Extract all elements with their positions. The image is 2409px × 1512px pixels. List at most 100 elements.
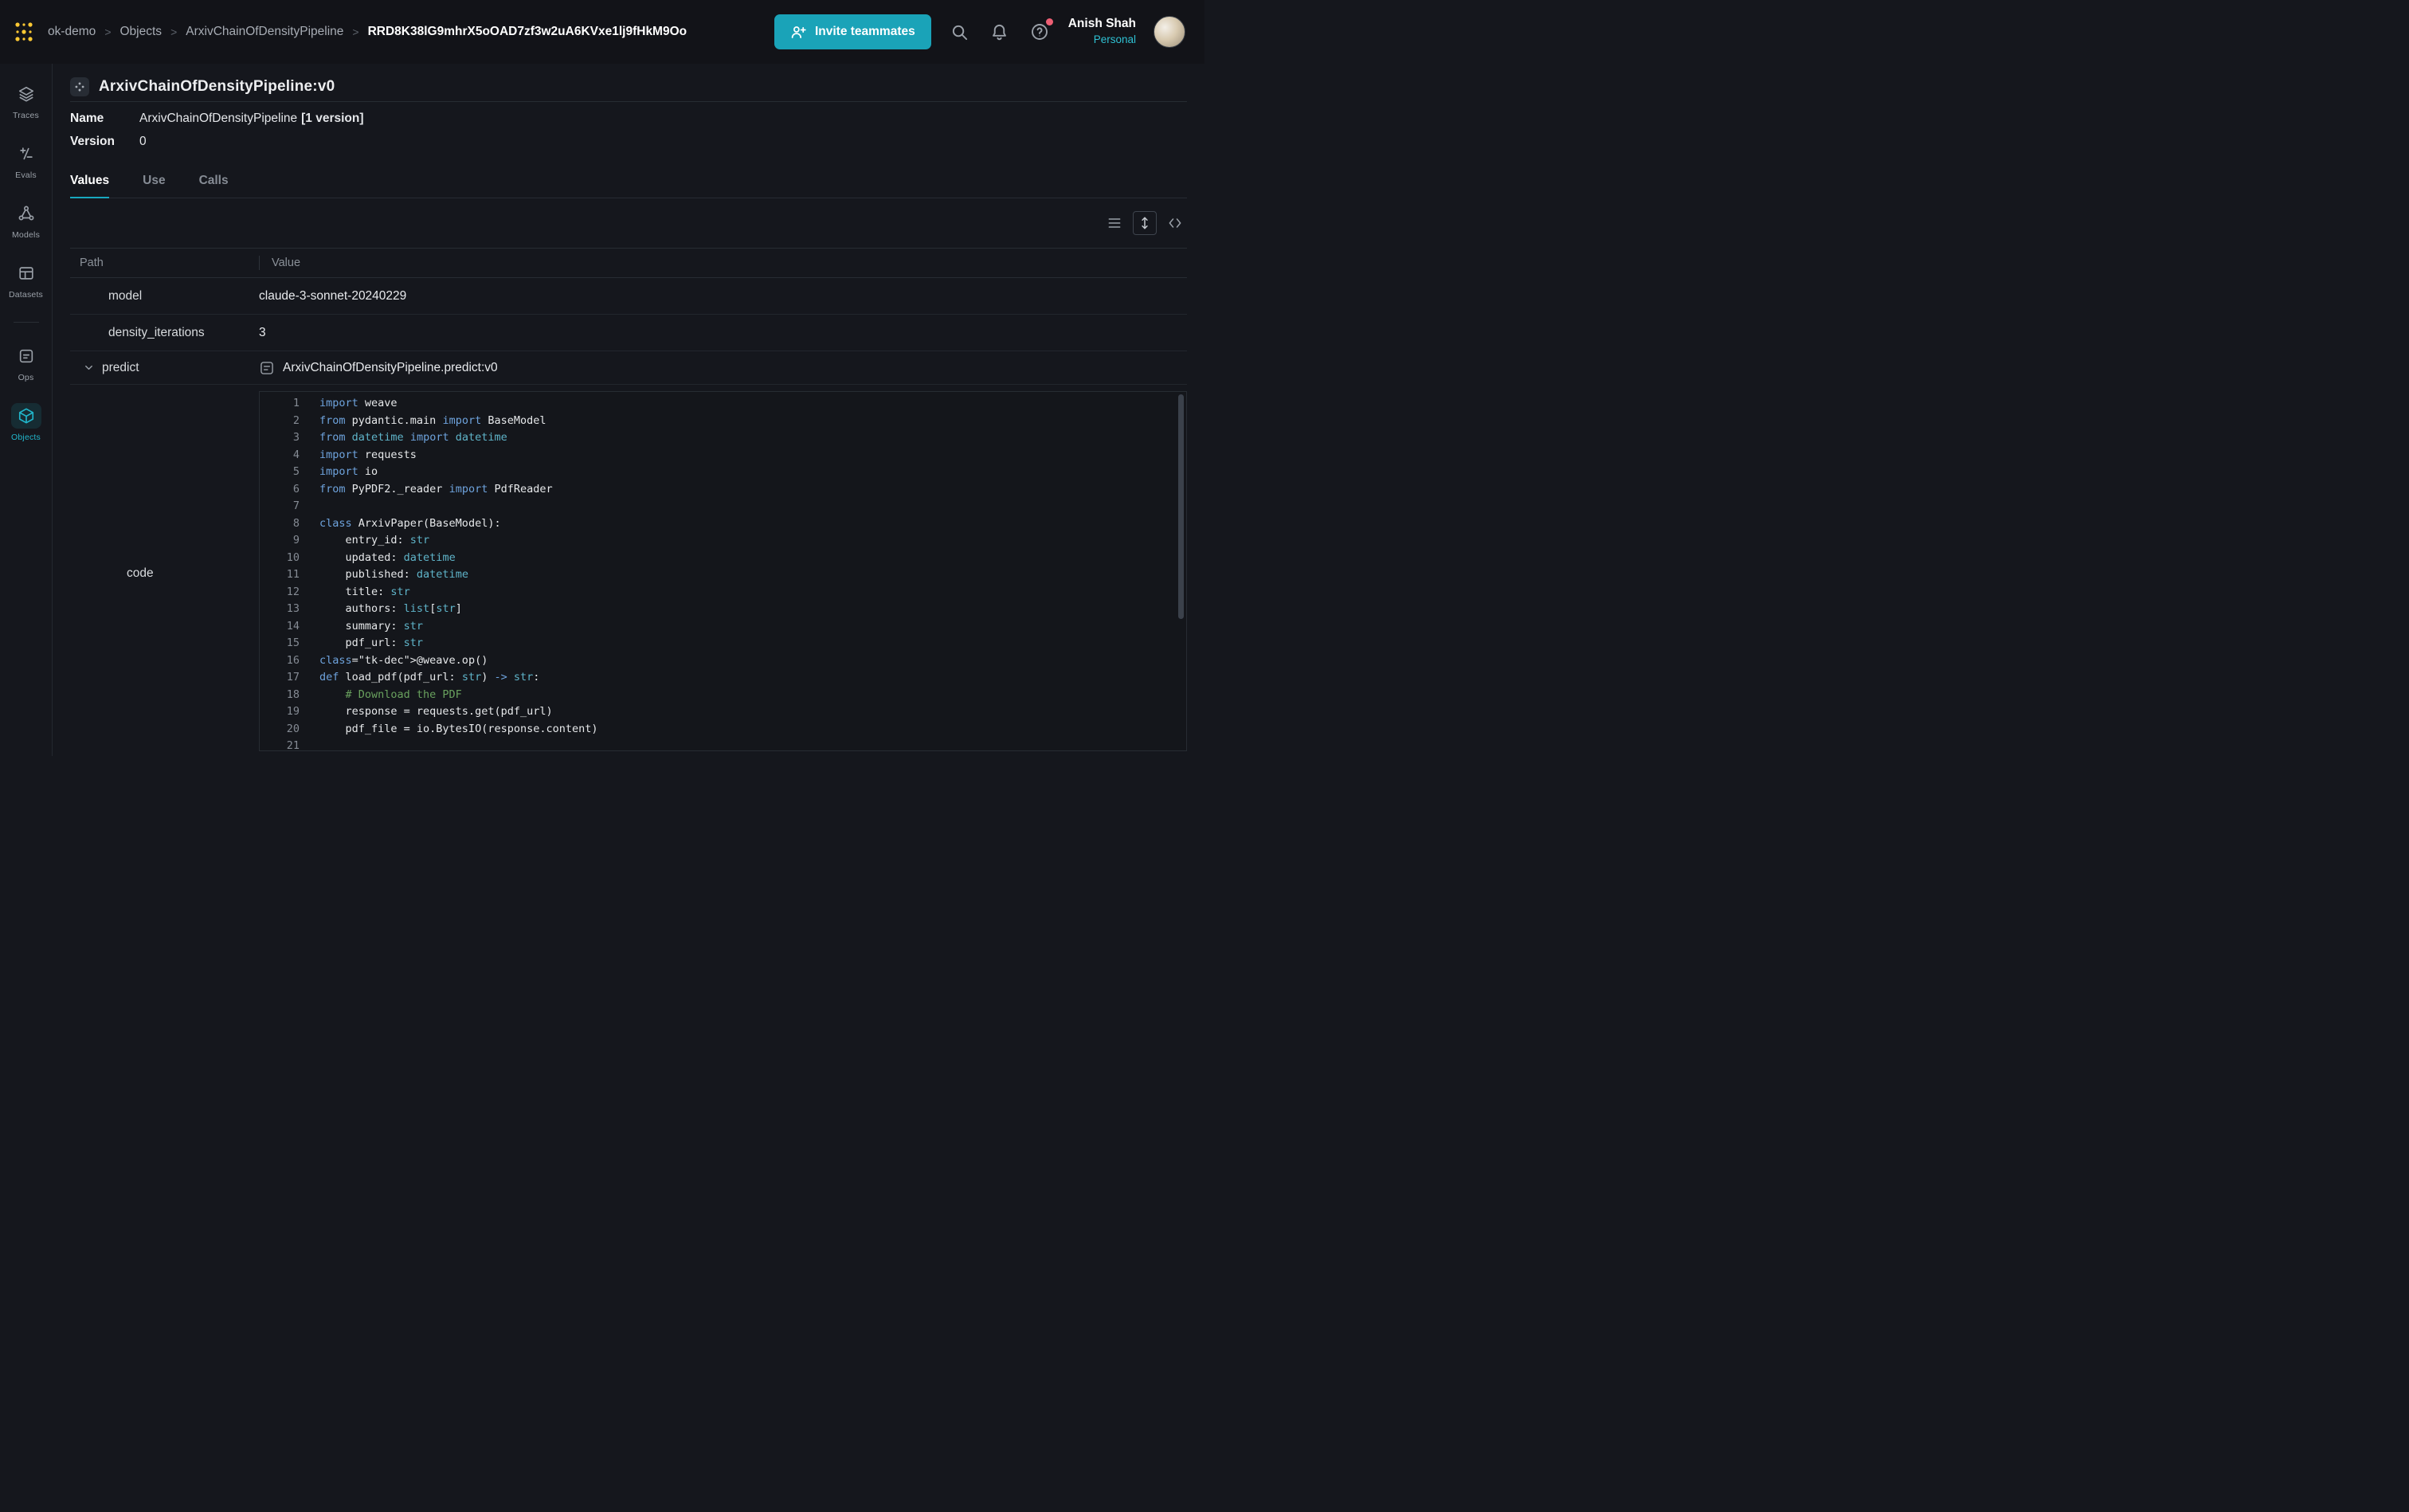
user-menu[interactable]: Anish Shah Personal bbox=[1068, 16, 1136, 47]
name-value: ArxivChainOfDensityPipeline[1 version] bbox=[139, 112, 364, 126]
table-row-model[interactable]: model claude-3-sonnet-20240229 bbox=[70, 278, 1187, 315]
row-path: model bbox=[70, 289, 259, 304]
help-icon bbox=[1030, 22, 1049, 41]
avatar[interactable] bbox=[1154, 16, 1185, 48]
main-content: ArxivChainOfDensityPipeline:v0 Name Arxi… bbox=[53, 64, 1204, 756]
invite-teammates-button[interactable]: Invite teammates bbox=[774, 14, 931, 49]
invite-teammates-label: Invite teammates bbox=[815, 25, 915, 39]
row-height-button[interactable] bbox=[1103, 211, 1126, 235]
row-value: claude-3-sonnet-20240229 bbox=[259, 289, 1187, 304]
code-line: 8class ArxivPaper(BaseModel): bbox=[260, 515, 1186, 533]
code-line: 18 # Download the PDF bbox=[260, 687, 1186, 704]
code-line: 17def load_pdf(pdf_url: str) -> str: bbox=[260, 669, 1186, 687]
sidebar-item-evals[interactable]: Evals bbox=[0, 141, 52, 180]
sidebar-label-objects: Objects bbox=[11, 433, 41, 442]
tabs: Values Use Calls bbox=[70, 174, 1187, 198]
breadcrumb-project[interactable]: ok-demo bbox=[48, 25, 96, 39]
help-button[interactable] bbox=[1028, 21, 1051, 43]
tab-use[interactable]: Use bbox=[143, 174, 165, 198]
values-table: Path Value model claude-3-sonnet-2024022… bbox=[70, 248, 1187, 756]
code-line: 20 pdf_file = io.BytesIO(response.conten… bbox=[260, 721, 1186, 738]
ops-icon bbox=[11, 343, 41, 369]
object-type-icon bbox=[70, 77, 89, 96]
code-line: 9 entry_id: str bbox=[260, 532, 1186, 550]
breadcrumb-object-name[interactable]: ArxivChainOfDensityPipeline bbox=[186, 25, 343, 39]
code-view-icon bbox=[1167, 215, 1183, 231]
code-line: 11 published: datetime bbox=[260, 566, 1186, 584]
sidebar-item-datasets[interactable]: Datasets bbox=[0, 260, 52, 300]
page-title: ArxivChainOfDensityPipeline:v0 bbox=[99, 78, 335, 96]
bell-icon bbox=[990, 23, 1009, 41]
models-icon bbox=[11, 201, 41, 226]
sidebar-divider bbox=[14, 322, 39, 323]
code-line: 16class="tk-dec">@weave.op() bbox=[260, 652, 1186, 670]
code-line: 2from pydantic.main import BaseModel bbox=[260, 413, 1186, 430]
code-line: 12 title: str bbox=[260, 584, 1186, 601]
tab-calls[interactable]: Calls bbox=[199, 174, 229, 198]
help-notification-dot bbox=[1046, 18, 1053, 25]
app-root: ok-demo > Objects > ArxivChainOfDensityP… bbox=[0, 0, 1204, 756]
code-line: 7 bbox=[260, 498, 1186, 515]
breadcrumb-object-hash: RRD8K38lG9mhrX5oOAD7zf3w2uA6KVxe1lj9fHkM… bbox=[368, 25, 687, 39]
sidebar-label-evals: Evals bbox=[15, 170, 37, 180]
user-scope: Personal bbox=[1068, 33, 1136, 47]
version-value: 0 bbox=[139, 135, 147, 149]
sidebar-item-models[interactable]: Models bbox=[0, 201, 52, 240]
code-line: 1import weave bbox=[260, 395, 1186, 413]
sidebar-item-objects[interactable]: Objects bbox=[0, 403, 52, 442]
breadcrumb: ok-demo > Objects > ArxivChainOfDensityP… bbox=[48, 25, 687, 39]
code-line: 3from datetime import datetime bbox=[260, 429, 1186, 447]
code-editor[interactable]: 1import weave2from pydantic.main import … bbox=[259, 391, 1187, 751]
datasets-icon bbox=[11, 260, 41, 286]
code-lines: 1import weave2from pydantic.main import … bbox=[260, 395, 1186, 751]
table-row-code: code 1import weave2from pydantic.main im… bbox=[70, 385, 1187, 756]
invite-teammates-icon bbox=[790, 24, 807, 41]
code-line: 10 updated: datetime bbox=[260, 550, 1186, 567]
objects-icon bbox=[11, 403, 41, 429]
code-line: 6from PyPDF2._reader import PdfReader bbox=[260, 481, 1186, 499]
row-value: 3 bbox=[259, 326, 1187, 340]
row-height-icon bbox=[1107, 215, 1122, 231]
code-line: 14 summary: str bbox=[260, 618, 1186, 636]
sidebar-label-models: Models bbox=[12, 230, 40, 240]
expand-collapse-icon bbox=[1137, 215, 1153, 231]
row-path: density_iterations bbox=[70, 326, 259, 340]
object-meta: Name ArxivChainOfDensityPipeline[1 versi… bbox=[70, 102, 1187, 158]
sidebar-label-traces: Traces bbox=[13, 111, 39, 120]
row-value: ArxivChainOfDensityPipeline.predict:v0 bbox=[259, 360, 1187, 376]
table-row-predict[interactable]: predict ArxivChainOfDensityPipeline.pred… bbox=[70, 351, 1187, 385]
sidebar-label-ops: Ops bbox=[18, 373, 34, 382]
wandb-logo[interactable] bbox=[11, 19, 37, 45]
sidebar: Traces Evals Models bbox=[0, 64, 53, 756]
user-name: Anish Shah bbox=[1068, 16, 1136, 33]
expand-values-button[interactable] bbox=[1133, 211, 1157, 235]
code-line: 5import io bbox=[260, 464, 1186, 481]
evals-icon bbox=[11, 141, 41, 166]
search-button[interactable] bbox=[949, 21, 971, 43]
value-column-header: Value bbox=[260, 257, 300, 269]
breadcrumb-objects[interactable]: Objects bbox=[120, 25, 163, 39]
version-count: [1 version] bbox=[301, 112, 363, 125]
notifications-button[interactable] bbox=[989, 21, 1011, 43]
breadcrumb-separator: > bbox=[162, 25, 186, 38]
sidebar-item-ops[interactable]: Ops bbox=[0, 343, 52, 382]
table-header: Path Value bbox=[70, 249, 1187, 278]
code-line: 4import requests bbox=[260, 447, 1186, 464]
row-path: code bbox=[70, 391, 259, 756]
tab-values[interactable]: Values bbox=[70, 174, 109, 198]
op-ref-link[interactable]: ArxivChainOfDensityPipeline.predict:v0 bbox=[283, 361, 498, 375]
sidebar-item-traces[interactable]: Traces bbox=[0, 81, 52, 120]
object-header: ArxivChainOfDensityPipeline:v0 bbox=[70, 64, 1187, 99]
row-path: predict bbox=[70, 361, 259, 375]
topbar-right: Invite teammates bbox=[774, 14, 1185, 49]
code-scrollbar[interactable] bbox=[1178, 394, 1184, 619]
table-row-density-iterations[interactable]: density_iterations 3 bbox=[70, 315, 1187, 351]
code-line: 15 pdf_url: str bbox=[260, 635, 1186, 652]
breadcrumb-separator: > bbox=[96, 25, 119, 38]
code-line: 21 bbox=[260, 738, 1186, 751]
row-path-label: predict bbox=[102, 361, 139, 375]
topbar: ok-demo > Objects > ArxivChainOfDensityP… bbox=[0, 0, 1204, 64]
chevron-down-icon[interactable] bbox=[83, 362, 95, 374]
version-label: Version bbox=[70, 135, 139, 149]
code-view-button[interactable] bbox=[1163, 211, 1187, 235]
